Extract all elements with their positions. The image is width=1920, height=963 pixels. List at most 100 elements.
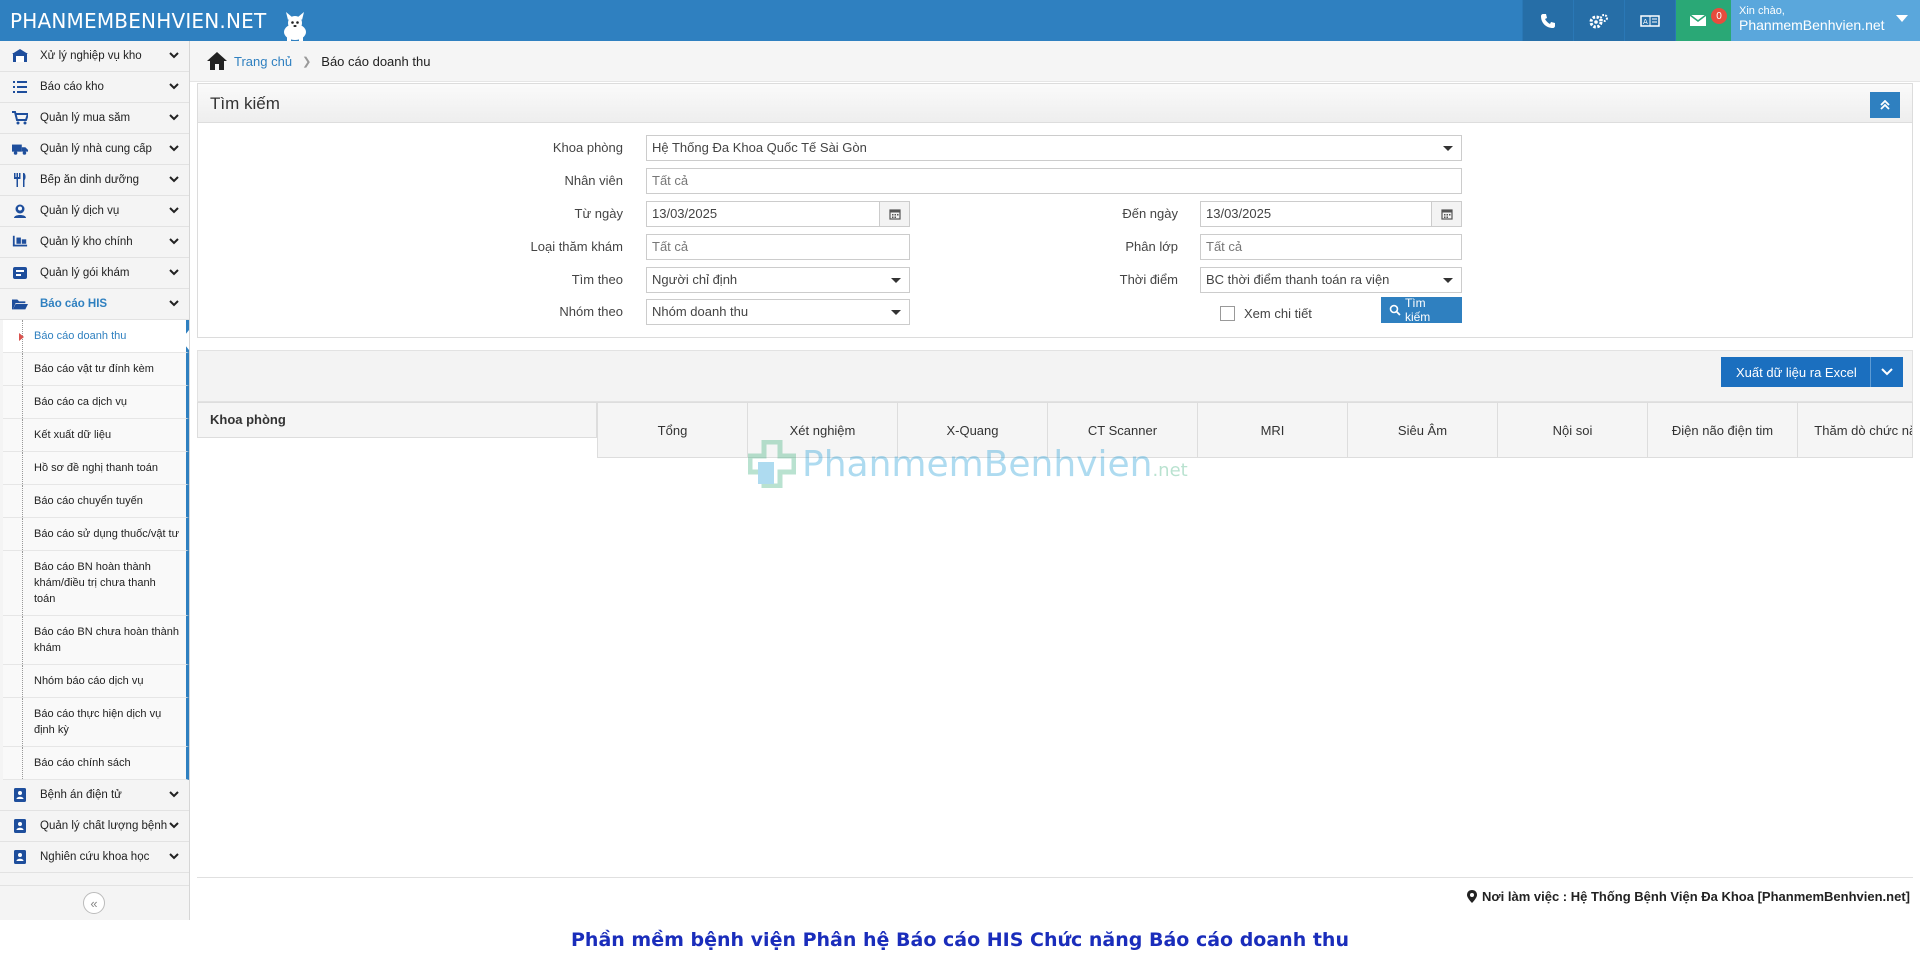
brand-logo-text[interactable]: PHANMEMBENHVIEN.NET — [10, 9, 266, 33]
caret-down-icon — [891, 278, 901, 283]
double-chevron-left-icon: « — [90, 895, 98, 911]
search-panel-title: Tìm kiếm — [198, 84, 1912, 123]
nhom-theo-value: Nhóm doanh thu — [652, 304, 749, 319]
table-header-cell[interactable]: Điện não điện tim — [1648, 403, 1798, 457]
sidebar-item[interactable]: Bệnh án điện tử — [0, 780, 189, 811]
sidebar-subitem[interactable]: Báo cáo ca dịch vụ — [3, 386, 189, 419]
home-icon[interactable] — [206, 51, 228, 71]
sidebar-subitem[interactable]: Báo cáo doanh thu — [3, 320, 189, 353]
id-card-icon — [12, 819, 28, 833]
footer-divider — [197, 877, 1913, 878]
phone-button[interactable] — [1522, 0, 1573, 41]
khoa-phong-select[interactable]: Hệ Thống Đa Khoa Quốc Tế Sài Gòn — [646, 135, 1462, 161]
sidebar-item[interactable]: Bếp ăn dinh dưỡng — [0, 165, 189, 196]
sidebar-item[interactable]: Quản lý nhà cung cấp — [0, 134, 189, 165]
sidebar-item[interactable]: Quản lý chất lượng bệnh viện — [0, 811, 189, 842]
gears-icon — [1589, 13, 1608, 28]
calendar-icon — [888, 209, 901, 220]
sidebar-item-label: Nghiên cứu khoa học — [40, 851, 150, 863]
footer-workplace: Nơi làm việc : Hệ Thống Bệnh Viện Đa Kho… — [1467, 889, 1910, 904]
sidebar-subitem[interactable]: Báo cáo chính sách — [3, 747, 189, 780]
search-button[interactable]: Tìm kiếm — [1381, 296, 1462, 324]
tim-theo-select[interactable]: Người chỉ định — [646, 267, 910, 293]
export-excel-button[interactable]: Xuất dữ liệu ra Excel — [1721, 357, 1903, 387]
mail-button[interactable]: 0 — [1675, 0, 1733, 41]
xem-chi-tiet-label: Xem chi tiết — [1244, 306, 1312, 321]
medical-cross-logo-icon — [748, 440, 796, 488]
sidebar-item[interactable]: Quản lý mua sắm — [0, 103, 189, 134]
table-header-cell[interactable]: Thăm dò chức năng — [1798, 403, 1912, 457]
sidebar-subitem[interactable]: Báo cáo chuyển tuyến — [3, 485, 189, 518]
sidebar-subitem[interactable]: Kết xuất dữ liệu — [3, 419, 189, 452]
sidebar-item[interactable]: Báo cáo HIS — [0, 289, 189, 320]
calendar-icon — [1440, 209, 1453, 220]
export-dropdown-toggle[interactable] — [1870, 357, 1903, 387]
phan-lop-placeholder: Tất cả — [1206, 239, 1243, 254]
sidebar-subitem[interactable]: Báo cáo thực hiện dịch vụ định kỳ — [3, 698, 189, 747]
xem-chi-tiet-checkbox[interactable] — [1220, 306, 1235, 321]
loai-tham-kham-label: Loại thăm khám — [530, 239, 624, 254]
nhom-theo-label: Nhóm theo — [559, 304, 623, 319]
sidebar-subitem[interactable]: Báo cáo BN hoàn thành khám/điều trị chưa… — [3, 551, 189, 616]
sidebar-collapse-row: « — [0, 885, 189, 920]
caret-down-icon — [891, 310, 901, 315]
top-bar: PHANMEMBENHVIEN.NET A 0 Xin chào, Phanme… — [0, 0, 1920, 41]
id-card-icon — [12, 850, 28, 864]
sidebar-item[interactable]: Quản lý gói khám — [0, 258, 189, 289]
sidebar-item[interactable]: Quản lý dịch vụ — [0, 196, 189, 227]
loai-tham-kham-placeholder: Tất cả — [652, 239, 689, 254]
table-header-cell[interactable]: Nội soi — [1498, 403, 1648, 457]
sidebar-item[interactable]: Nghiên cứu khoa học — [0, 842, 189, 873]
header-khoa-phong[interactable]: Khoa phòng — [197, 402, 597, 438]
mascot-icon — [284, 12, 306, 41]
sidebar-item-label: Quản lý nhà cung cấp — [40, 143, 152, 155]
tu-ngay-calendar-button[interactable] — [879, 201, 910, 227]
sidebar-subitem-label: Báo cáo sử dụng thuốc/vật tư — [34, 528, 179, 540]
user-menu[interactable]: Xin chào, PhanmemBenhvien.net — [1731, 0, 1920, 41]
search-panel: Tìm kiếm Khoa phòng Hệ Thống Đa Khoa Quố… — [197, 83, 1913, 338]
nhom-theo-select[interactable]: Nhóm doanh thu — [646, 299, 910, 325]
box-icon — [12, 266, 28, 280]
breadcrumb: Trang chủ ❯ Báo cáo doanh thu — [190, 41, 1920, 82]
breadcrumb-home-link[interactable]: Trang chủ — [234, 54, 292, 69]
sidebar-item-label: Xử lý nghiệp vụ kho — [40, 50, 142, 62]
collapse-sidebar-button[interactable]: « — [83, 892, 105, 914]
sidebar-subitem-label: Báo cáo chính sách — [34, 757, 131, 769]
thoi-diem-label: Thời điểm — [1119, 272, 1178, 287]
table-header-cell[interactable]: Tổng — [598, 403, 748, 457]
double-chevron-up-icon — [1880, 100, 1890, 110]
sidebar-subitem-label: Báo cáo doanh thu — [34, 330, 127, 342]
greeting-text: Xin chào, — [1739, 5, 1785, 17]
den-ngay-input[interactable]: 13/03/2025 — [1200, 201, 1462, 227]
den-ngay-label: Đến ngày — [1122, 206, 1178, 221]
sidebar-subitem[interactable]: Báo cáo BN chưa hoàn thành khám — [3, 616, 189, 665]
tu-ngay-label: Từ ngày — [574, 206, 623, 221]
table-header-cell[interactable]: MRI — [1198, 403, 1348, 457]
nhan-vien-input[interactable]: Tất cả — [646, 168, 1462, 194]
collapse-panel-button[interactable] — [1870, 92, 1900, 118]
table-header-cell[interactable]: Siêu Âm — [1348, 403, 1498, 457]
list-icon — [12, 80, 28, 94]
tu-ngay-input[interactable]: 13/03/2025 — [646, 201, 910, 227]
sidebar-item[interactable]: Quản lý kho chính — [0, 227, 189, 258]
sidebar-item[interactable]: Báo cáo kho — [0, 72, 189, 103]
results-toolbar: Xuất dữ liệu ra Excel — [197, 350, 1913, 402]
sidebar-subitem-label: Báo cáo chuyển tuyến — [34, 495, 143, 507]
settings-button[interactable] — [1573, 0, 1624, 41]
sidebar-subitem-label: Báo cáo ca dịch vụ — [34, 396, 127, 408]
sidebar-subitem[interactable]: Nhóm báo cáo dịch vụ — [3, 665, 189, 698]
sidebar-item-label: Quản lý gói khám — [40, 267, 130, 279]
sidebar-subitem[interactable]: Báo cáo sử dụng thuốc/vật tư — [3, 518, 189, 551]
thoi-diem-select[interactable]: BC thời điểm thanh toán ra viện — [1200, 267, 1462, 293]
phan-lop-input[interactable]: Tất cả — [1200, 234, 1462, 260]
username-text: PhanmemBenhvien.net — [1739, 17, 1885, 33]
language-button[interactable]: A — [1624, 0, 1675, 41]
loai-tham-kham-input[interactable]: Tất cả — [646, 234, 910, 260]
phone-icon — [1541, 13, 1555, 28]
sidebar-subitem[interactable]: Báo cáo vật tư đính kèm — [3, 353, 189, 386]
sidebar-submenu-bao-cao-his: Báo cáo doanh thu Báo cáo vật tư đính kèm… — [0, 320, 189, 780]
sidebar-item[interactable]: Xử lý nghiệp vụ kho — [0, 41, 189, 72]
sidebar-subitem[interactable]: Hồ sơ đề nghị thanh toán — [3, 452, 189, 485]
den-ngay-calendar-button[interactable] — [1431, 201, 1462, 227]
thoi-diem-value: BC thời điểm thanh toán ra viện — [1206, 272, 1390, 287]
